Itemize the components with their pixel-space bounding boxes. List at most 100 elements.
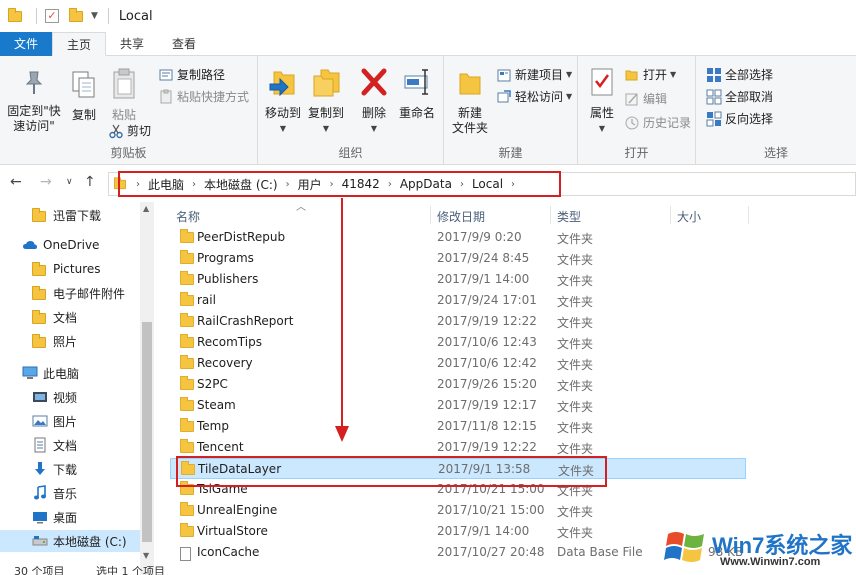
- new-folder-label: 新建 文件夹: [451, 106, 488, 135]
- table-row[interactable]: RecomTips 2017/10/6 12:43 文件夹: [170, 332, 746, 353]
- new-item-dropdown-icon: ▼: [566, 70, 573, 79]
- sidebar-item-label: 图片: [53, 414, 78, 429]
- sidebar-item-pictures-library[interactable]: 图片: [0, 410, 77, 432]
- scroll-down-icon[interactable]: ▼: [143, 551, 149, 560]
- properties-button[interactable]: 属性 ▼: [584, 66, 620, 136]
- tab-home[interactable]: 主页: [52, 32, 107, 56]
- sidebar-item-label: 桌面: [53, 510, 78, 525]
- column-header-date[interactable]: 修改日期: [437, 208, 485, 225]
- file-name: Tencent: [197, 440, 244, 454]
- tab-view[interactable]: 查看: [158, 32, 210, 56]
- properties-quick-icon[interactable]: ✓: [43, 7, 61, 25]
- scroll-up-icon[interactable]: ▲: [143, 204, 149, 213]
- column-divider[interactable]: [430, 206, 431, 224]
- easy-access-button[interactable]: 轻松访问 ▼: [496, 88, 572, 105]
- pin-label: 固定到"快速访问": [7, 104, 61, 133]
- table-row[interactable]: Tencent 2017/9/19 12:22 文件夹: [170, 437, 746, 458]
- properties-icon: [591, 68, 613, 96]
- sidebar-item-downloads[interactable]: 下载: [0, 458, 77, 480]
- new-folder-button[interactable]: 新建 文件夹: [448, 66, 492, 136]
- rename-button[interactable]: 重命名: [394, 66, 440, 121]
- column-header-type[interactable]: 类型: [557, 208, 581, 225]
- new-item-icon: [497, 69, 511, 81]
- history-button[interactable]: 历史记录: [624, 114, 691, 131]
- organize-group: 移动到 ▼ 复制到 ▼ 删除 ▼ 重命名 组织: [258, 56, 444, 165]
- invert-selection-label: 反向选择: [725, 112, 774, 126]
- invert-selection-button[interactable]: 反向选择: [706, 110, 773, 127]
- tab-share[interactable]: 共享: [106, 32, 158, 56]
- pin-quick-access-button[interactable]: 固定到"快速访问": [4, 70, 64, 134]
- sidebar-item-music[interactable]: 音乐: [0, 482, 77, 504]
- sidebar-item-desktop[interactable]: 桌面: [0, 506, 77, 528]
- column-divider[interactable]: [670, 206, 671, 224]
- table-row[interactable]: RailCrashReport 2017/9/19 12:22 文件夹: [170, 311, 746, 332]
- folder-icon: [180, 376, 194, 390]
- delete-button[interactable]: 删除 ▼: [356, 66, 392, 136]
- open-button[interactable]: 打开 ▼: [624, 66, 676, 83]
- invert-selection-icon: [706, 111, 722, 126]
- cut-button[interactable]: 剪切: [108, 122, 151, 139]
- file-date: 2017/9/19 12:17: [437, 398, 537, 412]
- sidebar-item-photos[interactable]: 照片: [0, 330, 77, 352]
- file-name: RailCrashReport: [197, 314, 294, 328]
- delete-dropdown-icon: ▼: [370, 124, 378, 133]
- move-to-button[interactable]: 移动到 ▼: [262, 66, 304, 136]
- table-row[interactable]: Recovery 2017/10/6 12:42 文件夹: [170, 353, 746, 374]
- file-type: 文件夹: [557, 295, 594, 309]
- select-all-button[interactable]: 全部选择: [706, 66, 773, 83]
- paste-button[interactable]: 粘贴: [106, 68, 142, 123]
- open-label: 打开: [643, 68, 668, 82]
- up-arrow-icon[interactable]: ↑: [84, 174, 96, 190]
- table-row[interactable]: S2PC 2017/9/26 15:20 文件夹: [170, 374, 746, 395]
- sidebar-item-pictures[interactable]: Pictures: [0, 258, 101, 280]
- table-row[interactable]: Programs 2017/9/24 8:45 文件夹: [170, 248, 746, 269]
- column-divider[interactable]: [748, 206, 749, 224]
- table-row[interactable]: rail 2017/9/24 17:01 文件夹: [170, 290, 746, 311]
- column-header-name[interactable]: 名称: [176, 208, 200, 225]
- table-row[interactable]: VirtualStore 2017/9/1 14:00 文件夹: [170, 521, 746, 542]
- title-bar: ✓ ▼ Local: [0, 0, 856, 32]
- copy-to-button[interactable]: 复制到 ▼: [304, 66, 348, 136]
- edit-button[interactable]: 编辑: [624, 90, 667, 107]
- recent-locations-icon[interactable]: ∨: [66, 177, 73, 187]
- table-row[interactable]: Publishers 2017/9/1 14:00 文件夹: [170, 269, 746, 290]
- watermark: Win7系统之家 Www.Winwin7.com: [664, 520, 856, 575]
- sidebar-item-local-disk[interactable]: 本地磁盘 (C:): [0, 530, 140, 552]
- forward-arrow-icon[interactable]: →: [40, 174, 52, 190]
- sidebar-item-email-attachments[interactable]: 电子邮件附件: [0, 282, 125, 304]
- column-divider[interactable]: [550, 206, 551, 224]
- file-name: Publishers: [197, 272, 259, 286]
- new-item-button[interactable]: 新建项目 ▼: [496, 66, 572, 83]
- table-row[interactable]: IconCache 2017/10/27 20:48 Data Base File 9…: [170, 542, 746, 563]
- paste-shortcut-button[interactable]: 粘贴快捷方式: [158, 88, 249, 105]
- table-row[interactable]: UnrealEngine 2017/10/21 15:00 文件夹: [170, 500, 746, 521]
- sidebar-item-this-pc[interactable]: 此电脑: [0, 362, 79, 384]
- back-arrow-icon[interactable]: ←: [10, 174, 22, 190]
- cut-label: 剪切: [127, 124, 152, 138]
- copy-path-button[interactable]: 复制路径: [158, 66, 225, 83]
- pictures-icon: [32, 415, 48, 427]
- table-row[interactable]: Temp 2017/11/8 12:15 文件夹: [170, 416, 746, 437]
- sidebar-item-onedrive[interactable]: OneDrive: [0, 234, 99, 256]
- column-header-size[interactable]: 大小: [677, 208, 701, 225]
- open-group-label: 打开: [624, 146, 649, 160]
- sidebar-item-onedrive-documents[interactable]: 文档: [0, 306, 77, 328]
- new-folder-quick-icon[interactable]: [67, 7, 85, 25]
- sidebar-scrollbar-thumb[interactable]: [142, 322, 152, 542]
- sidebar-item-xunlei-downloads[interactable]: 迅雷下载: [0, 204, 101, 226]
- table-row[interactable]: Steam 2017/9/19 12:17 文件夹: [170, 395, 746, 416]
- easy-access-label: 轻松访问: [515, 90, 564, 104]
- folder-icon: [180, 271, 194, 285]
- table-row[interactable]: PeerDistRepub 2017/9/9 0:20 文件夹: [170, 227, 746, 248]
- sidebar-item-documents[interactable]: 文档: [0, 434, 77, 456]
- folder-icon: [32, 261, 48, 277]
- tab-file[interactable]: 文件: [0, 32, 53, 56]
- folder-icon: [180, 523, 194, 537]
- sidebar-item-videos[interactable]: 视频: [0, 386, 77, 408]
- selected-count: 选中 1 个项目: [96, 566, 165, 575]
- select-none-button[interactable]: 全部取消: [706, 88, 773, 105]
- quick-access-toolbar-dropdown-icon[interactable]: ▼: [91, 11, 98, 21]
- copy-button[interactable]: 复制: [66, 70, 102, 123]
- download-icon: [35, 462, 45, 475]
- file-type: Data Base File: [557, 545, 643, 559]
